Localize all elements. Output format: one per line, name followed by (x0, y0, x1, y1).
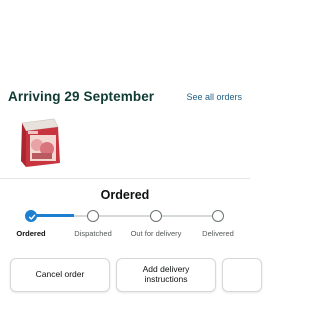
add-delivery-instructions-button[interactable]: Add delivery instructions (116, 258, 216, 292)
step-delivered-dot (212, 210, 224, 222)
order-status-title: Ordered (100, 188, 150, 202)
step-label-dispatched: Dispatched (74, 229, 112, 238)
step-label-out-for-delivery: Out for delivery (130, 229, 182, 238)
step-ordered-dot (25, 210, 37, 222)
see-all-orders-link[interactable]: See all orders (186, 92, 242, 102)
cancel-order-button[interactable]: Cancel order (10, 258, 110, 292)
step-label-ordered: Ordered (16, 229, 46, 238)
track-line-progress (31, 214, 74, 217)
arrival-heading: Arriving 29 September (8, 89, 155, 104)
add-delivery-instructions-label: Add delivery instructions (142, 264, 190, 284)
top-blank-area (0, 0, 250, 80)
product-box-image (21, 118, 60, 167)
check-icon (28, 214, 36, 220)
step-out-for-delivery-dot (150, 210, 162, 222)
section-divider (0, 178, 250, 179)
step-dispatched-dot (87, 210, 99, 222)
progress-tracker (0, 206, 250, 226)
product-thumbnail[interactable] (14, 117, 64, 171)
more-actions-button[interactable] (222, 258, 262, 292)
step-label-delivered: Delivered (202, 229, 234, 238)
cancel-order-label: Cancel order (35, 269, 85, 280)
